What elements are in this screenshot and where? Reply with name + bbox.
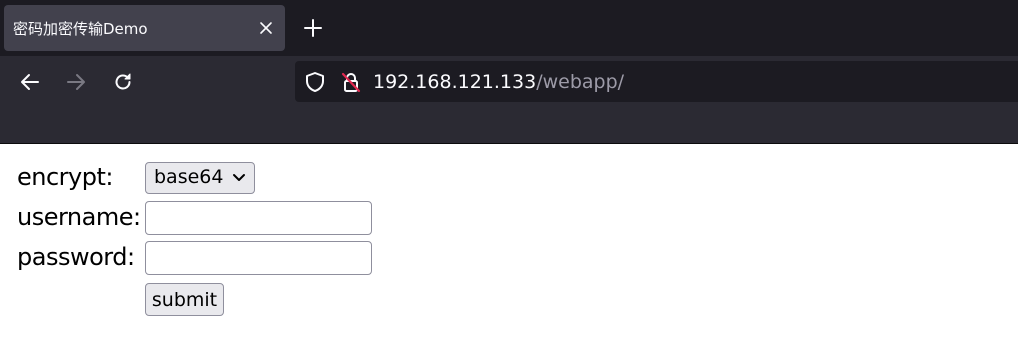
- chevron-down-icon: [233, 174, 245, 181]
- tab-title: 密码加密传输Demo: [13, 20, 148, 38]
- arrow-left-icon[interactable]: [14, 66, 46, 98]
- submit-button[interactable]: submit: [145, 283, 224, 316]
- encrypt-select[interactable]: base64: [145, 162, 255, 194]
- password-input[interactable]: [145, 241, 372, 275]
- url-host: 192.168.121.133: [373, 71, 537, 93]
- username-label: username:: [17, 203, 141, 231]
- encrypt-label: encrypt:: [17, 163, 113, 191]
- close-icon[interactable]: [255, 17, 277, 39]
- username-input[interactable]: [145, 201, 372, 235]
- tab-strip: 密码加密传输Demo: [0, 0, 1018, 56]
- plus-icon[interactable]: [298, 13, 328, 43]
- shield-icon[interactable]: [303, 70, 327, 94]
- password-label: password:: [17, 243, 135, 271]
- encrypt-select-value: base64: [154, 166, 224, 188]
- url-path: /webapp/: [536, 71, 625, 93]
- url-text[interactable]: 192.168.121.133/webapp/: [373, 71, 624, 93]
- arrow-right-icon[interactable]: [60, 66, 92, 98]
- page-content: encrypt: base64 username: password: subm…: [0, 144, 1018, 360]
- browser-chrome: 密码加密传输Demo 192.168.121.133/webapp/: [0, 0, 1018, 144]
- reload-icon[interactable]: [107, 66, 139, 98]
- insecure-lock-icon[interactable]: [339, 70, 363, 94]
- tab-active[interactable]: 密码加密传输Demo: [4, 5, 285, 51]
- url-bar[interactable]: 192.168.121.133/webapp/: [295, 61, 1018, 102]
